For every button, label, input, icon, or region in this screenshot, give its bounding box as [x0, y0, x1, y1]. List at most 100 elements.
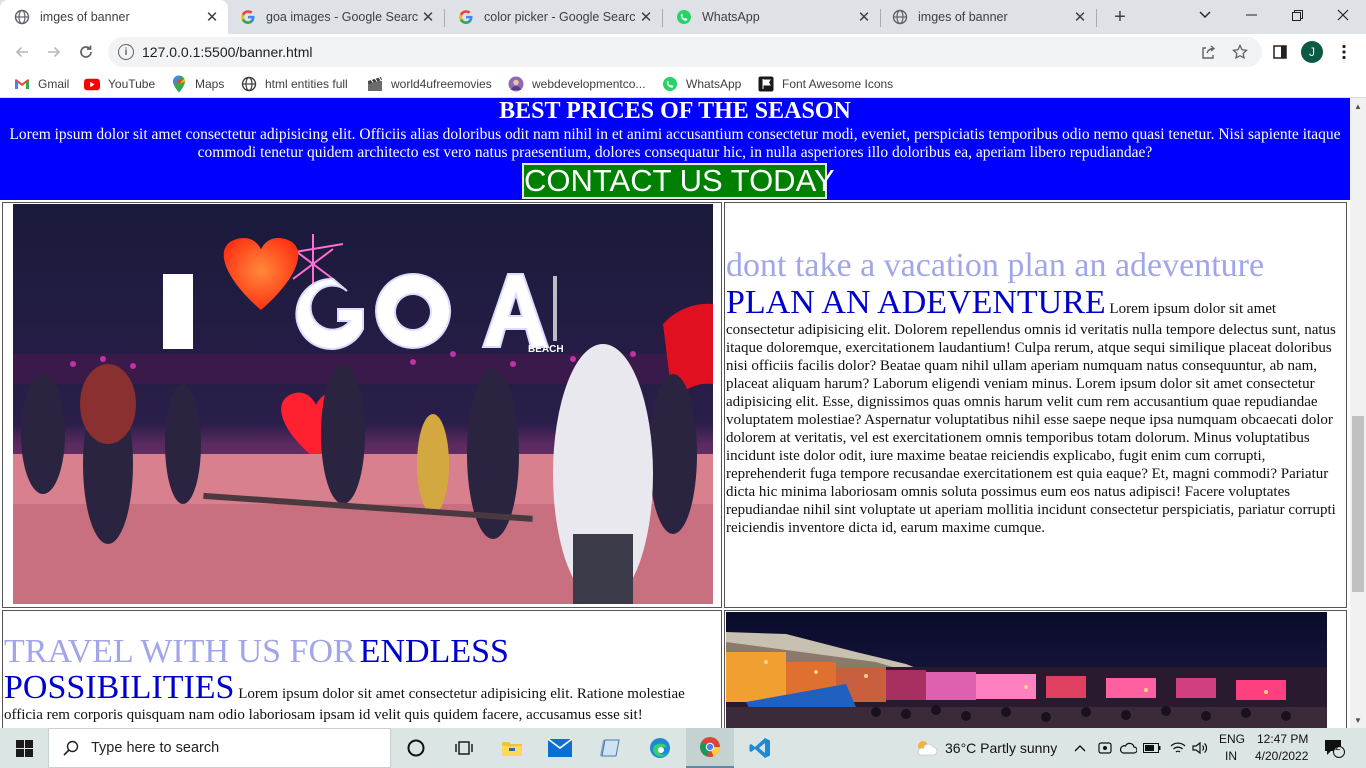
weather-text[interactable]: 36°C Partly sunny: [945, 740, 1057, 756]
share-icon[interactable]: [1198, 42, 1218, 62]
start-button[interactable]: [0, 728, 48, 768]
bookmark-world4ufreemovies[interactable]: world4ufreemovies: [367, 75, 492, 93]
bookmark-label: Font Awesome Icons: [782, 77, 894, 91]
tab-imges-of-banner-active[interactable]: imges of banner ✕: [0, 0, 228, 34]
notification-count: 2: [1335, 742, 1341, 753]
bookmark-label: Gmail: [38, 77, 70, 91]
bookmark-label: WhatsApp: [686, 77, 742, 91]
close-tab-icon[interactable]: ✕: [636, 7, 656, 27]
bookmark-label: html entities full: [265, 77, 348, 91]
adventure-content: dont take a vacation plan an adeventure …: [726, 246, 1344, 537]
address-bar[interactable]: i 127.0.0.1:5500/banner.html: [108, 37, 1262, 67]
close-tab-icon[interactable]: ✕: [1070, 7, 1090, 27]
bookmarks-bar: Gmail YouTube Maps html entities full wo…: [0, 70, 1366, 98]
close-tab-icon[interactable]: ✕: [202, 7, 222, 27]
tab-title: imges of banner: [918, 10, 1008, 24]
contact-us-button[interactable]: CONTACT US TODAY: [522, 163, 835, 199]
windows-logo-icon: [15, 739, 33, 757]
adventure-title: PLAN AN ADEVENTURE: [726, 284, 1106, 321]
tab-title: color picker - Google Search: [484, 10, 636, 24]
flag-icon: [758, 76, 774, 92]
maps-icon: [171, 75, 187, 93]
reload-button[interactable]: [72, 38, 100, 66]
scroll-down-arrow-icon[interactable]: ▼: [1350, 712, 1366, 728]
adventure-text-cell: dont take a vacation plan an adeventure …: [724, 202, 1347, 608]
back-button[interactable]: [8, 38, 36, 66]
tab-search-chevron-icon[interactable]: [1182, 0, 1228, 30]
forward-button[interactable]: [40, 38, 68, 66]
tab-goa-images[interactable]: goa images - Google Search ✕: [226, 0, 444, 34]
gmail-icon: [14, 76, 30, 92]
mail-icon[interactable]: [536, 728, 584, 768]
page-scrollbar[interactable]: ▲ ▼: [1350, 98, 1366, 728]
edge-icon[interactable]: [636, 728, 684, 768]
bookmark-font-awesome[interactable]: Font Awesome Icons: [758, 75, 893, 93]
tab-color-picker[interactable]: color picker - Google Search ✕: [444, 0, 662, 34]
travel-title-dark-2: POSSIBILITIES: [4, 669, 235, 706]
scroll-thumb[interactable]: [1352, 416, 1364, 592]
close-tab-icon[interactable]: ✕: [418, 7, 438, 27]
sign-small-text: BEACH: [528, 344, 564, 355]
vscode-icon[interactable]: [736, 728, 784, 768]
url-text[interactable]: 127.0.0.1:5500/banner.html: [142, 44, 312, 60]
bookmark-whatsapp[interactable]: WhatsApp: [662, 75, 741, 93]
bookmark-webdevelopment[interactable]: webdevelopmentco...: [508, 75, 645, 93]
task-view-icon[interactable]: [440, 728, 488, 768]
windows-taskbar: Type here to search 36°C Partly sunny EN…: [0, 728, 1366, 768]
bookmark-label: Maps: [195, 77, 225, 91]
meet-now-icon[interactable]: [1096, 728, 1114, 768]
close-window-button[interactable]: [1320, 0, 1366, 30]
tab-separator: [1096, 9, 1097, 27]
bookmark-maps[interactable]: Maps: [171, 75, 224, 93]
bookmark-label: webdevelopmentco...: [532, 77, 646, 91]
bookmark-html-entities[interactable]: html entities full: [241, 75, 348, 93]
close-tab-icon[interactable]: ✕: [854, 7, 874, 27]
new-tab-button[interactable]: +: [1108, 5, 1132, 29]
wifi-icon[interactable]: [1168, 728, 1188, 768]
language-code[interactable]: ENG: [1219, 732, 1245, 746]
onedrive-icon[interactable]: [1118, 728, 1138, 768]
battery-icon[interactable]: [1142, 728, 1162, 768]
movie-icon: [367, 76, 383, 92]
tab-imges-of-banner-2[interactable]: imges of banner ✕: [878, 0, 1096, 34]
scroll-up-arrow-icon[interactable]: ▲: [1350, 98, 1366, 114]
notification-center-icon[interactable]: 2: [1318, 728, 1350, 768]
google-icon: [240, 9, 256, 25]
side-panel-icon[interactable]: [1266, 38, 1294, 66]
taskbar-search-box[interactable]: Type here to search: [48, 728, 391, 768]
beach-photo-cell: [724, 610, 1347, 728]
bookmark-star-icon[interactable]: [1230, 42, 1250, 62]
site-info-icon[interactable]: i: [118, 44, 134, 60]
tray-chevron-up-icon[interactable]: [1070, 728, 1090, 768]
volume-icon[interactable]: [1190, 728, 1210, 768]
adventure-subtitle: dont take a vacation plan an adeventure: [726, 247, 1265, 284]
tab-title: goa images - Google Search: [266, 10, 418, 24]
profile-avatar[interactable]: J: [1301, 41, 1323, 63]
notes-app-icon[interactable]: [586, 728, 634, 768]
minimize-button[interactable]: [1228, 0, 1274, 30]
restore-button[interactable]: [1274, 0, 1320, 30]
bookmark-label: YouTube: [108, 77, 156, 91]
avatar-icon: [508, 76, 524, 92]
search-icon: [63, 740, 79, 756]
tab-strip: imges of banner ✕ goa images - Google Se…: [0, 0, 1366, 34]
clock-time[interactable]: 12:47 PM: [1257, 732, 1308, 746]
travel-content: TRAVEL WITH US FOR ENDLESS POSSIBILITIES…: [4, 633, 720, 724]
bookmark-label: world4ufreemovies: [391, 77, 492, 91]
banner-text: Lorem ipsum dolor sit amet consectetur a…: [9, 126, 1341, 161]
tab-whatsapp[interactable]: WhatsApp ✕: [662, 0, 880, 34]
globe-icon: [14, 9, 30, 25]
adventure-paragraph: Lorem ipsum dolor sit amet consectetur a…: [726, 301, 1336, 536]
weather-icon[interactable]: [912, 728, 940, 768]
file-explorer-icon[interactable]: [488, 728, 536, 768]
bookmark-gmail[interactable]: Gmail: [14, 75, 69, 93]
goa-night-photo: BEACH: [13, 204, 713, 604]
clock-date[interactable]: 4/20/2022: [1255, 749, 1308, 763]
travel-text-cell: TRAVEL WITH US FOR ENDLESS POSSIBILITIES…: [2, 610, 722, 728]
language-region[interactable]: IN: [1225, 749, 1237, 763]
cortana-icon[interactable]: [392, 728, 440, 768]
bookmark-youtube[interactable]: YouTube: [84, 75, 155, 93]
chrome-icon[interactable]: [686, 728, 734, 768]
menu-kebab-icon[interactable]: [1330, 38, 1358, 66]
travel-title-light: TRAVEL WITH US FOR: [4, 633, 356, 670]
